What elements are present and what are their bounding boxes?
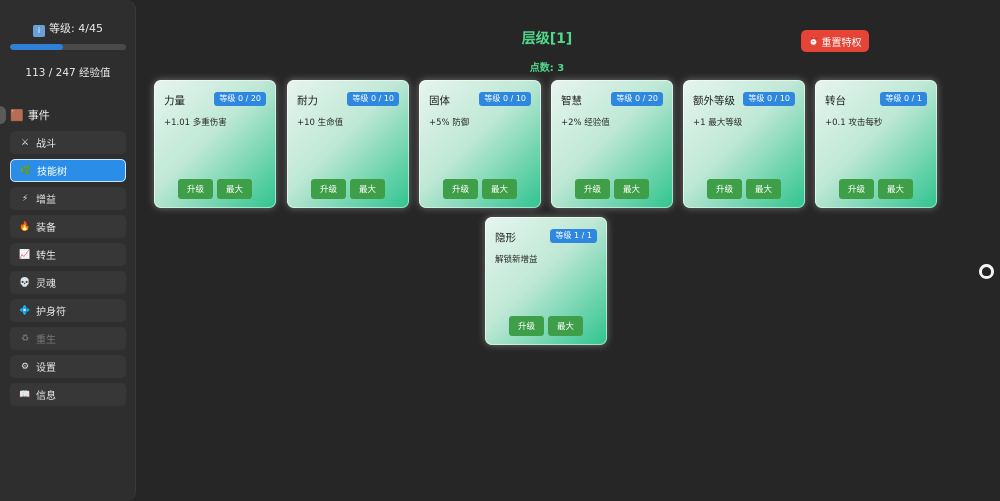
sidebar-item-3[interactable]: 🔥 装备 xyxy=(10,215,126,238)
skill-description: 解锁新增益 xyxy=(495,255,538,265)
max-button[interactable]: 最大 xyxy=(614,179,649,199)
skill-level-badge: 等级 0 / 1 xyxy=(880,92,927,106)
max-button[interactable]: 最大 xyxy=(746,179,781,199)
upgrade-button[interactable]: 升级 xyxy=(509,316,544,336)
sidebar-item-6[interactable]: 💠 护身符 xyxy=(10,299,126,322)
skill-name: 力量 xyxy=(164,95,185,107)
skill-card: 隐形 等级 1 / 1 解锁新增益升级 最大 xyxy=(485,217,607,345)
skill-description: +1.01 多重伤害 xyxy=(164,118,227,128)
sidebar-toggle-handle[interactable] xyxy=(0,106,6,124)
skill-card: 固体 等级 0 / 10 +5% 防御升级 最大 xyxy=(419,80,541,208)
max-button[interactable]: 最大 xyxy=(548,316,583,336)
skill-card: 智慧 等级 0 / 20 +2% 经验值升级 最大 xyxy=(551,80,673,208)
skill-name: 隐形 xyxy=(495,232,516,244)
skill-buttons: 升级 最大 xyxy=(815,179,937,199)
skill-description: +1 最大等级 xyxy=(693,118,743,128)
section-title-label: 事件 xyxy=(27,109,50,122)
level-text: 等级: 4/45 xyxy=(49,22,103,35)
skill-name: 转台 xyxy=(825,95,846,107)
nav-icon: 📖 xyxy=(19,389,31,400)
sidebar-item-label: 设置 xyxy=(36,363,56,374)
sidebar-item-label: 护身符 xyxy=(36,307,66,318)
max-button[interactable]: 最大 xyxy=(217,179,252,199)
xp-progress-bar xyxy=(10,44,126,50)
skill-buttons: 升级 最大 xyxy=(683,179,805,199)
sidebar-item-label: 战斗 xyxy=(36,139,56,150)
nav-icon: ⚡ xyxy=(21,193,29,204)
sidebar-item-8[interactable]: ⚙ 设置 xyxy=(10,355,126,378)
upgrade-button[interactable]: 升级 xyxy=(178,179,213,199)
skill-card: 额外等级 等级 0 / 10 +1 最大等级升级 最大 xyxy=(683,80,805,208)
sidebar-item-5[interactable]: 💀 灵魂 xyxy=(10,271,126,294)
skill-card: 耐力 等级 0 / 10 +10 生命值升级 最大 xyxy=(287,80,409,208)
sidebar-item-label: 灵魂 xyxy=(36,279,56,290)
github-icon[interactable] xyxy=(979,264,994,279)
skill-buttons: 升级 最大 xyxy=(551,179,673,199)
sidebar-item-9[interactable]: 📖 信息 xyxy=(10,383,126,406)
upgrade-button[interactable]: 升级 xyxy=(707,179,742,199)
sidebar-item-label: 转生 xyxy=(36,251,56,262)
skill-description: +5% 防御 xyxy=(429,118,470,128)
sidebar-nav: ⚔ 战斗 🌿 技能树 ⚡ 增益 🔥 装备 📈 转生 💀 灵魂 💠 护身符 ♻ 重生 ⚙ 设置 📖 信息 xyxy=(10,131,126,411)
section-title: 🟫 事件 xyxy=(10,107,50,123)
skill-level-badge: 等级 0 / 10 xyxy=(347,92,399,106)
sidebar-item-2[interactable]: ⚡ 增益 xyxy=(10,187,126,210)
upgrade-button[interactable]: 升级 xyxy=(575,179,610,199)
xp-text: 113 / 247 经验值 xyxy=(25,67,111,79)
sidebar-item-label: 增益 xyxy=(36,195,56,206)
points-display: 点数: 3 xyxy=(529,63,565,74)
skill-description: +10 生命值 xyxy=(297,118,344,128)
sidebar-item-7: ♻ 重生 xyxy=(10,327,126,350)
nav-icon: ♻ xyxy=(20,333,30,344)
skill-level-badge: 等级 1 / 1 xyxy=(550,229,597,243)
skill-description: +0.1 攻击每秒 xyxy=(825,118,883,128)
nav-icon: 📈 xyxy=(19,249,31,260)
skill-buttons: 升级 最大 xyxy=(419,179,541,199)
sidebar-item-label: 信息 xyxy=(36,391,56,402)
reset-perks-label: 重置特权 xyxy=(821,37,862,49)
sidebar-item-label: 重生 xyxy=(36,335,56,346)
skill-name: 耐力 xyxy=(297,95,318,107)
nav-icon: ⚙ xyxy=(20,361,30,372)
max-button[interactable]: 最大 xyxy=(482,179,517,199)
sidebar-item-4[interactable]: 📈 转生 xyxy=(10,243,126,266)
level-display: i 等级: 4/45 xyxy=(0,20,136,37)
skill-name: 智慧 xyxy=(561,95,582,107)
max-button[interactable]: 最大 xyxy=(350,179,385,199)
sidebar: i 等级: 4/45 113 / 247 经验值 🟫 事件 ⚔ 战斗 🌿 技能树 ⚡ 增益 🔥 装… xyxy=(0,0,136,501)
upgrade-button[interactable]: 升级 xyxy=(443,179,478,199)
skill-buttons: 升级 最大 xyxy=(287,179,409,199)
sidebar-item-1[interactable]: 🌿 技能树 xyxy=(10,159,126,182)
nav-icon: 🌿 xyxy=(20,165,32,176)
skill-buttons: 升级 最大 xyxy=(154,179,276,199)
upgrade-button[interactable]: 升级 xyxy=(311,179,346,199)
skill-level-badge: 等级 0 / 10 xyxy=(479,92,531,106)
box-icon: 🟫 xyxy=(10,109,24,122)
nav-icon: 💠 xyxy=(19,305,31,316)
upgrade-button[interactable]: 升级 xyxy=(839,179,874,199)
xp-progress-fill xyxy=(10,44,63,50)
skill-card: 转台 等级 0 / 1 +0.1 攻击每秒升级 最大 xyxy=(815,80,937,208)
nav-icon: ⚔ xyxy=(20,137,30,148)
skill-description: +2% 经验值 xyxy=(561,118,610,128)
skill-level-badge: 等级 0 / 10 xyxy=(743,92,795,106)
nav-icon: 💀 xyxy=(19,277,31,288)
skill-card: 力量 等级 0 / 20 +1.01 多重伤害升级 最大 xyxy=(154,80,276,208)
info-icon: i xyxy=(33,25,46,37)
skill-buttons: 升级 最大 xyxy=(485,316,607,336)
clock-icon: ⏰ xyxy=(808,36,819,46)
sidebar-item-label: 装备 xyxy=(36,223,56,234)
max-button[interactable]: 最大 xyxy=(878,179,913,199)
sidebar-item-label: 技能树 xyxy=(37,167,67,178)
skill-name: 固体 xyxy=(429,95,450,107)
reset-perks-button[interactable]: ⏰ 重置特权 xyxy=(801,30,869,52)
sidebar-item-0[interactable]: ⚔ 战斗 xyxy=(10,131,126,154)
page-title: 层级[1] xyxy=(521,31,573,47)
skill-name: 额外等级 xyxy=(693,95,735,107)
skill-level-badge: 等级 0 / 20 xyxy=(611,92,663,106)
nav-icon: 🔥 xyxy=(19,221,31,232)
skill-level-badge: 等级 0 / 20 xyxy=(214,92,266,106)
